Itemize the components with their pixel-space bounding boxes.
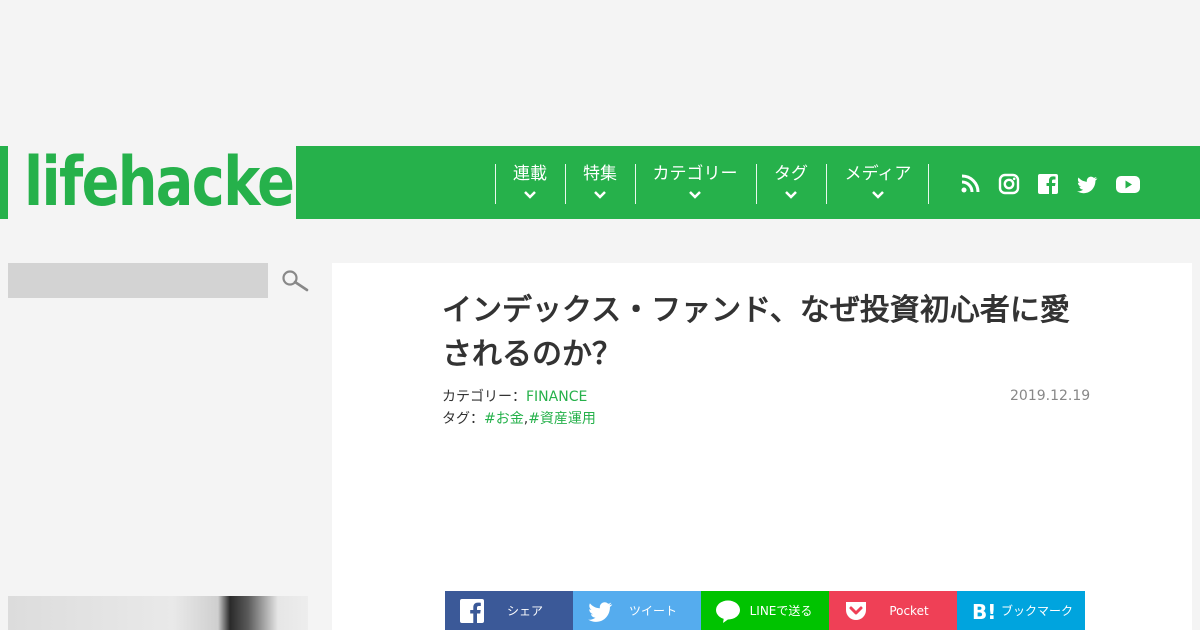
instagram-icon[interactable] bbox=[998, 173, 1020, 195]
nav-divider bbox=[826, 164, 827, 204]
article-card: インデックス・ファンド、なぜ投資初心者に愛されるのか？ カテゴリー：FINANC… bbox=[332, 263, 1192, 630]
search-icon[interactable] bbox=[281, 269, 309, 293]
chevron-down-icon bbox=[689, 191, 701, 199]
nav-item-label: 連載 bbox=[513, 164, 547, 184]
share-label: ツイート bbox=[628, 604, 677, 618]
chevron-down-icon bbox=[872, 191, 884, 199]
line-icon bbox=[716, 600, 740, 623]
share-line-button[interactable]: LINEで送る bbox=[701, 591, 829, 630]
facebook-icon bbox=[460, 598, 484, 623]
site-logo[interactable]: lifehacker bbox=[8, 143, 321, 222]
nav-divider bbox=[635, 164, 636, 204]
article-tags: タグ：#お金,#資産運用 bbox=[442, 408, 596, 428]
nav-divider bbox=[928, 164, 929, 204]
rss-icon[interactable] bbox=[959, 173, 981, 195]
category-label: カテゴリー： bbox=[442, 389, 526, 405]
chevron-down-icon bbox=[524, 191, 536, 199]
logo-text: lifehacker bbox=[24, 143, 321, 222]
share-label: シェア bbox=[506, 604, 543, 618]
share-label: LINEで送る bbox=[749, 604, 813, 618]
nav-item-tag[interactable]: タグ bbox=[763, 164, 819, 204]
tag-link[interactable]: #お金 bbox=[484, 411, 524, 427]
share-twitter-button[interactable]: ツイート bbox=[573, 591, 701, 630]
nav-item-category[interactable]: カテゴリー bbox=[642, 164, 748, 204]
nav-divider bbox=[756, 164, 757, 204]
article-date: 2019.12.19 bbox=[1010, 388, 1091, 404]
twitter-icon[interactable] bbox=[1076, 173, 1098, 195]
nav-item-media[interactable]: メディア bbox=[833, 164, 923, 204]
tag-label: タグ： bbox=[442, 411, 484, 427]
nav-item-label: カテゴリー bbox=[652, 164, 738, 184]
nav-item-features[interactable]: 特集 bbox=[572, 164, 628, 204]
share-pocket-button[interactable]: Pocket bbox=[829, 591, 957, 630]
search-input[interactable] bbox=[8, 263, 268, 298]
sidebar-image[interactable] bbox=[8, 596, 308, 630]
facebook-icon[interactable] bbox=[1037, 173, 1059, 195]
pocket-icon bbox=[846, 601, 866, 620]
chevron-down-icon bbox=[785, 191, 797, 199]
svg-text:B!: B! bbox=[972, 600, 996, 624]
share-label: Pocket bbox=[889, 603, 929, 618]
share-hatena-button[interactable]: B! ブックマーク bbox=[957, 591, 1085, 630]
nav-item-label: 特集 bbox=[583, 164, 617, 184]
article-category: カテゴリー：FINANCE bbox=[442, 386, 587, 406]
share-facebook-button[interactable]: シェア bbox=[445, 591, 573, 630]
nav-item-label: タグ bbox=[774, 164, 808, 184]
youtube-icon[interactable] bbox=[1115, 173, 1141, 195]
article-title: インデックス・ファンド、なぜ投資初心者に愛されるのか？ bbox=[442, 293, 1070, 372]
tag-link[interactable]: #資産運用 bbox=[528, 411, 596, 427]
hatena-bookmark-icon: B! bbox=[972, 600, 996, 624]
nav-item-label: メディア bbox=[844, 164, 912, 184]
nav-item-series[interactable]: 連載 bbox=[502, 164, 558, 204]
twitter-icon bbox=[588, 601, 613, 622]
nav-divider bbox=[495, 164, 496, 204]
category-link[interactable]: FINANCE bbox=[526, 389, 587, 405]
main-navigation: 連載 特集 カテゴリー タグ メディア bbox=[296, 146, 1200, 219]
nav-divider bbox=[565, 164, 566, 204]
chevron-down-icon bbox=[594, 191, 606, 199]
logo-accent-bar bbox=[0, 146, 8, 219]
share-label: ブックマーク bbox=[1000, 604, 1073, 618]
